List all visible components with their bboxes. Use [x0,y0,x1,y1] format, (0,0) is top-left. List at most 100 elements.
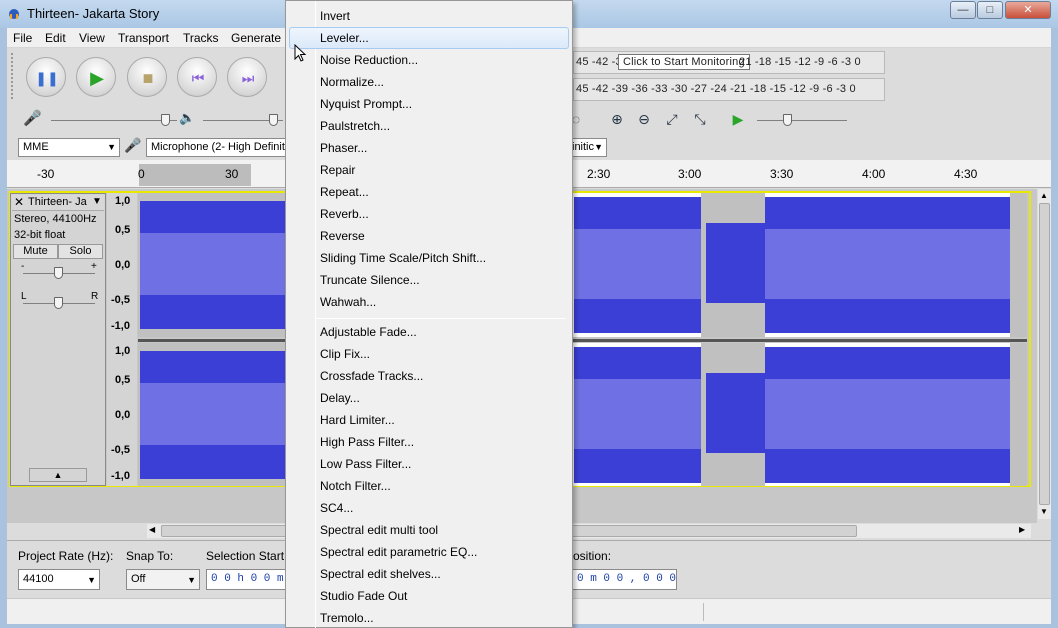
vertical-scrollbar[interactable]: ▲ ▼ [1038,189,1051,519]
stop-button[interactable]: ■ [127,57,167,97]
waveform-right-channel[interactable] [138,343,1027,486]
menu-file[interactable]: File [13,31,32,45]
menu-item-truncate-silence[interactable]: Truncate Silence... [289,269,569,291]
menu-item-low-pass-filter[interactable]: Low Pass Filter... [289,453,569,475]
menu-item-nyquist-prompt[interactable]: Nyquist Prompt... [289,93,569,115]
mute-button[interactable]: Mute [13,244,58,259]
audio-host-select[interactable]: MME ▼ [18,138,120,157]
menu-item-studio-fade-out[interactable]: Studio Fade Out [289,585,569,607]
menu-item-clip-fix[interactable]: Clip Fix... [289,343,569,365]
play-at-speed-icon[interactable]: ▶ [727,108,749,130]
menu-item-delay[interactable]: Delay... [289,387,569,409]
menu-view[interactable]: View [79,31,105,45]
play-speed-thumb[interactable] [783,114,792,126]
menu-item-leveler[interactable]: Leveler... [289,27,569,49]
scale-label: 0,5 [115,374,131,386]
recording-volume-slider[interactable] [51,120,177,121]
maximize-button[interactable]: □ [977,1,1003,19]
menu-item-hard-limiter[interactable]: Hard Limiter... [289,409,569,431]
project-rate-select[interactable]: 44100 ▼ [18,569,100,590]
menu-item-noise-reduction[interactable]: Noise Reduction... [289,49,569,71]
menu-item-invert[interactable]: Invert [289,5,569,27]
minimize-button[interactable]: — [950,1,976,19]
menu-item-wahwah[interactable]: Wahwah... [289,291,569,313]
waveform-rms [765,229,1010,299]
play-button[interactable]: ▶ [76,57,116,97]
skip-to-start-button[interactable]: ⏮ [177,57,217,97]
scroll-up-icon[interactable]: ▲ [1040,191,1048,200]
menu-item-spectral-edit-parametric-eq[interactable]: Spectral edit parametric EQ... [289,541,569,563]
solo-button[interactable]: Solo [58,244,103,259]
selection-start-field[interactable]: 0 0 h 0 0 m [206,569,288,590]
close-button[interactable]: ✕ [1005,1,1051,19]
vertical-scroll-thumb[interactable] [1039,203,1050,505]
scroll-down-icon[interactable]: ▼ [1040,507,1048,516]
menu-edit[interactable]: Edit [45,31,66,45]
audio-position-field[interactable]: 0 m 0 0 , 0 0 0 s [573,569,677,590]
menu-item-paulstretch[interactable]: Paulstretch... [289,115,569,137]
waveform-left-channel[interactable] [138,193,1027,337]
scale-label: -0,5 [111,294,130,306]
skip-to-end-button[interactable]: ⏭ [227,57,267,97]
menu-item-crossfade-tracks[interactable]: Crossfade Tracks... [289,365,569,387]
menu-item-phaser[interactable]: Phaser... [289,137,569,159]
track-title-bar[interactable]: ✕ Thirteen- Ja ▼ [12,195,104,211]
zoom-in-icon[interactable]: ⊕ [606,108,628,130]
pan-slider-thumb[interactable] [54,297,63,309]
zoom-out-icon[interactable]: ⊖ [633,108,655,130]
menu-separator [316,318,566,319]
menu-item-spectral-edit-shelves[interactable]: Spectral edit shelves... [289,563,569,585]
fit-selection-icon[interactable]: ⤢ [661,108,683,130]
snap-to-select[interactable]: Off ▼ [126,569,200,590]
pause-button[interactable]: ❚❚ [26,57,66,97]
ruler-tick-label: 2:30 [587,167,611,181]
stop-icon: ■ [142,68,154,88]
menu-item-adjustable-fade[interactable]: Adjustable Fade... [289,321,569,343]
fit-project-icon[interactable]: ⤡ [689,108,711,130]
track-vertical-scale[interactable]: 1,0 0,5 0,0 -0,5 -1,0 1,0 0,5 0,0 -0,5 -… [107,193,137,486]
track-name[interactable]: Thirteen- Ja [28,196,87,208]
menu-item-repair[interactable]: Repair [289,159,569,181]
menu-transport[interactable]: Transport [118,31,169,45]
menu-item-notch-filter[interactable]: Notch Filter... [289,475,569,497]
transport-toolbar: ❚❚ ▶ ■ ⏮ ⏭ [7,49,287,105]
recording-device-select[interactable]: Microphone (2- High Definitio [146,138,287,157]
menu-item-reverb[interactable]: Reverb... [289,203,569,225]
track-menu-chevron-icon[interactable]: ▼ [92,196,102,207]
recording-channels-select[interactable]: initic ▼ [567,138,607,157]
menu-item-normalize[interactable]: Normalize... [289,71,569,93]
chevron-down-icon: ▼ [187,575,196,585]
menu-item-tremolo[interactable]: Tremolo... [289,607,569,628]
record-meter[interactable]: 45 -42 -3 Click to Start Monitoring 21 -… [573,51,885,74]
audio-host-value: MME [23,141,49,153]
menu-item-sc4[interactable]: SC4... [289,497,569,519]
menu-item-sliding-time-scale-pitch-shift[interactable]: Sliding Time Scale/Pitch Shift... [289,247,569,269]
mixer-toolbar: 🎤 🔈 [7,107,287,131]
menu-generate[interactable]: Generate [231,31,281,45]
play-speed-slider[interactable] [757,120,847,121]
menu-item-spectral-edit-multi-tool[interactable]: Spectral edit multi tool [289,519,569,541]
menu-tracks[interactable]: Tracks [183,31,219,45]
monitoring-tooltip[interactable]: Click to Start Monitoring [618,54,750,70]
gain-slider-thumb[interactable] [54,267,63,279]
recording-volume-thumb[interactable] [161,114,170,126]
toolbar-grip[interactable] [11,53,17,99]
collapse-track-icon[interactable]: ▲ [29,468,87,482]
menu-item-high-pass-filter[interactable]: High Pass Filter... [289,431,569,453]
scale-label: -0,5 [111,444,130,456]
track-format: Stereo, 44100Hz [14,213,97,225]
horizontal-scrollbar[interactable]: ◀ ▶ [147,524,1031,538]
scale-label: -1,0 [111,470,130,482]
playback-meter[interactable]: 45 -42 -39 -36 -33 -30 -27 -24 -21 -18 -… [573,78,885,101]
close-track-icon[interactable]: ✕ [14,195,24,209]
playback-meter-scale: 45 -42 -39 -36 -33 -30 -27 -24 -21 -18 -… [576,83,856,95]
scroll-right-icon[interactable]: ▶ [1019,525,1025,534]
scale-label: 0,0 [115,259,131,271]
menu-item-repeat[interactable]: Repeat... [289,181,569,203]
playback-volume-thumb[interactable] [269,114,278,126]
ruler-tick-label: -30 [37,167,55,181]
menu-item-reverse[interactable]: Reverse [289,225,569,247]
pan-left-label: L [21,291,27,302]
chevron-down-icon: ▼ [87,575,96,585]
scroll-left-icon[interactable]: ◀ [149,525,155,534]
